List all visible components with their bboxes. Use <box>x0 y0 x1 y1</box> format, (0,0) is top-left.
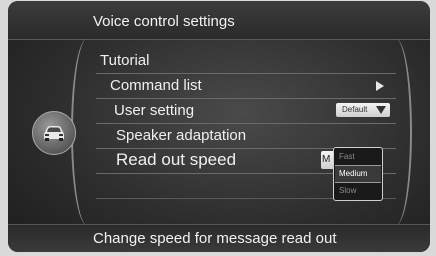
read-out-speed-value: M <box>322 154 331 165</box>
menu-item-command-list[interactable]: Command list <box>96 74 396 99</box>
menu-item-label: Speaker adaptation <box>116 127 247 144</box>
user-setting-select[interactable]: Default <box>336 103 390 117</box>
page-title: Voice control settings <box>93 13 235 30</box>
display-panel: Voice control settings Tutorial Command … <box>8 1 430 252</box>
user-setting-value: Default <box>342 105 368 114</box>
menu-item-label: Tutorial <box>100 52 150 69</box>
title-bar: Voice control settings <box>8 1 430 40</box>
menu-item-tutorial[interactable]: Tutorial <box>96 49 396 74</box>
car-icon <box>44 126 64 141</box>
menu-item-label: Command list <box>110 77 202 94</box>
dropdown-option-slow[interactable]: Slow <box>339 186 356 195</box>
menu-item-user-setting[interactable]: User setting Default <box>96 99 396 124</box>
status-bar: Change speed for message read out <box>8 224 430 252</box>
right-arrow-icon <box>376 81 384 91</box>
menu-item-label: User setting <box>114 102 195 119</box>
read-out-speed-select[interactable]: M <box>321 151 333 169</box>
dropdown-option-medium[interactable]: Medium <box>339 169 367 178</box>
dropdown-arrow-icon <box>376 106 386 114</box>
menu-item-label: Read out speed <box>116 150 237 169</box>
speed-dropdown[interactable]: Fast Medium Slow <box>333 147 383 201</box>
screen: Voice control settings Tutorial Command … <box>0 0 436 256</box>
help-text: Change speed for message read out <box>93 230 337 247</box>
dropdown-option-fast[interactable]: Fast <box>339 152 355 161</box>
car-menu-button[interactable] <box>32 111 76 155</box>
menu-item-speaker-adaptation[interactable]: Speaker adaptation <box>96 124 396 149</box>
